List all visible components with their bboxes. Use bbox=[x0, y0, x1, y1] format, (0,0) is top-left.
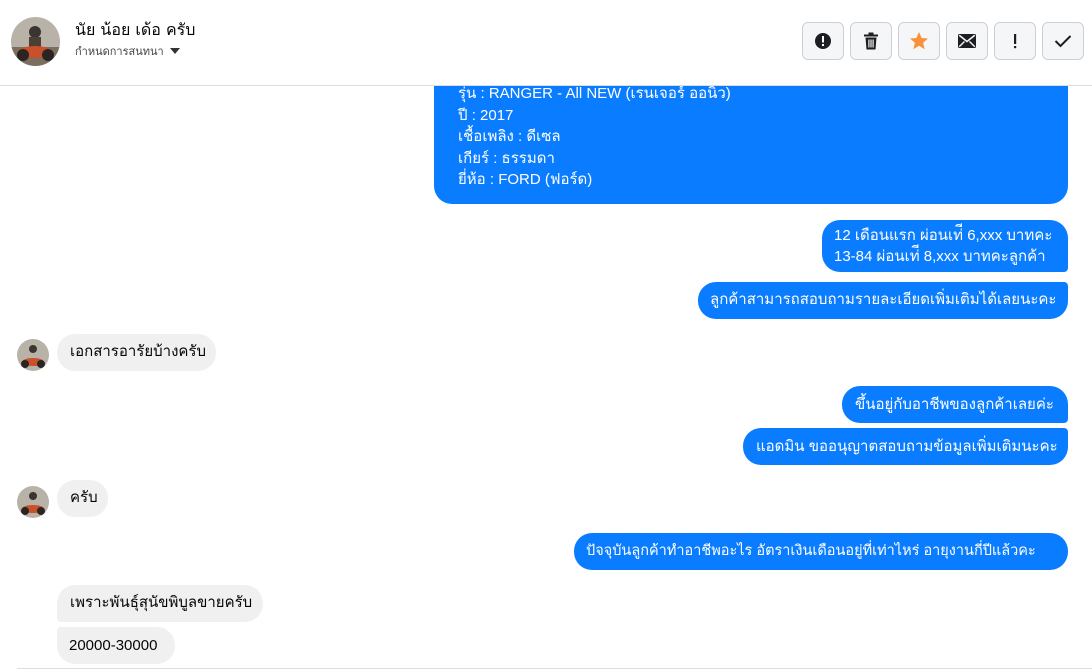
contact-avatar[interactable] bbox=[11, 17, 60, 66]
message-line: ยี่ห้อ : FORD (ฟอร์ด) bbox=[458, 171, 593, 188]
outgoing-message: 12 เดือนแรก ผ่อนเท่ี 6,xxx บาทคะ 13-84 ผ… bbox=[822, 220, 1068, 272]
contact-avatar-small[interactable] bbox=[17, 486, 49, 518]
conversation-actions bbox=[802, 22, 1084, 60]
follow-up-button[interactable] bbox=[994, 22, 1036, 60]
incoming-message: เพราะพันธุ์สุนัขพิบูลขายครับ bbox=[57, 585, 263, 622]
message-line: เกียร์ : ธรรมดา bbox=[458, 149, 555, 167]
message-thread[interactable]: รุ่น : RANGER - All NEW (เรนเจอร์ ออนิว)… bbox=[0, 86, 1092, 670]
contact-name: นัย น้อย เด้อ ครับ bbox=[75, 20, 196, 39]
caret-down-icon bbox=[169, 48, 180, 54]
message-line: เชื้อเพลิง : ดีเซล bbox=[458, 128, 561, 145]
message-line: รุ่น : RANGER - All NEW (เรนเจอร์ ออนิว) bbox=[458, 86, 731, 102]
trash-icon bbox=[864, 32, 878, 50]
delete-button[interactable] bbox=[850, 22, 892, 60]
exclamation-icon bbox=[1014, 34, 1017, 49]
incoming-message: 20000-30000 bbox=[57, 627, 175, 664]
outgoing-message: ปัจจุบันลูกค้าทำอาชีพอะไร อัตราเงินเดือน… bbox=[574, 533, 1068, 570]
envelope-icon bbox=[958, 34, 976, 48]
assign-conversation-label: กำหนดการสนทนา bbox=[75, 45, 164, 58]
done-button[interactable] bbox=[1042, 22, 1084, 60]
checkmark-icon bbox=[1054, 35, 1072, 48]
alert-icon bbox=[815, 33, 831, 49]
assign-conversation-dropdown[interactable]: กำหนดการสนทนา bbox=[75, 42, 180, 60]
outgoing-message: ลูกค้าสามารถสอบถามรายละเอียดเพิ่มเติมได้… bbox=[698, 282, 1068, 319]
spam-button[interactable] bbox=[802, 22, 844, 60]
message-line: 12 เดือนแรก ผ่อนเท่ี 6,xxx บาทคะ bbox=[834, 227, 1053, 244]
incoming-message: เอกสารอารัยบ้างครับ bbox=[57, 334, 216, 371]
star-icon bbox=[910, 32, 928, 50]
outgoing-message: รุ่น : RANGER - All NEW (เรนเจอร์ ออนิว)… bbox=[434, 86, 1068, 204]
incoming-message: ครับ bbox=[57, 480, 108, 517]
composer-divider bbox=[17, 668, 1092, 669]
star-button[interactable] bbox=[898, 22, 940, 60]
message-line: 13-84 ผ่อนเท่ี 8,xxx บาทคะลูกค้า bbox=[834, 248, 1046, 265]
mark-unread-button[interactable] bbox=[946, 22, 988, 60]
conversation-header: นัย น้อย เด้อ ครับ กำหนดการสนทนา bbox=[0, 0, 1092, 86]
outgoing-message: แอดมิน ขออนุญาตสอบถามข้อมูลเพิ่มเติมนะคะ bbox=[743, 428, 1068, 465]
contact-avatar-small[interactable] bbox=[17, 339, 49, 371]
outgoing-message: ขึ้นอยู่กับอาชีพของลูกค้าเลยค่ะ bbox=[842, 386, 1068, 423]
message-line: ปี : 2017 bbox=[458, 106, 514, 124]
